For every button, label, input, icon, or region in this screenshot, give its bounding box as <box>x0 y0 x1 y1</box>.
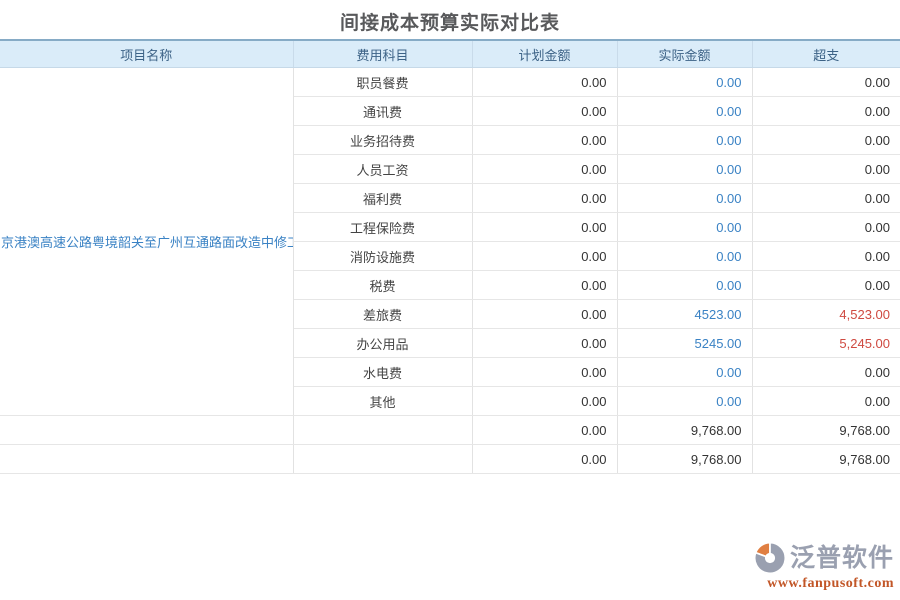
summary-actual-cell: 9,768.00 <box>617 445 752 474</box>
overspend-cell: 0.00 <box>752 271 900 300</box>
plan-amount-cell: 0.00 <box>472 242 617 271</box>
subject-cell: 水电费 <box>293 358 472 387</box>
actual-amount-link[interactable]: 0.00 <box>617 97 752 126</box>
summary-overspend-cell: 9,768.00 <box>752 445 900 474</box>
summary-overspend-cell: 9,768.00 <box>752 416 900 445</box>
overspend-cell: 0.00 <box>752 387 900 416</box>
column-header-project-name: 项目名称 <box>0 40 293 68</box>
actual-amount-link[interactable]: 4523.00 <box>617 300 752 329</box>
column-header-overspend: 超支 <box>752 40 900 68</box>
summary-subject-cell <box>293 445 472 474</box>
subject-cell: 人员工资 <box>293 155 472 184</box>
header-row: 项目名称 费用科目 计划金额 实际金额 超支 <box>0 40 900 68</box>
overspend-cell: 0.00 <box>752 126 900 155</box>
overspend-cell: 0.00 <box>752 68 900 97</box>
subject-cell: 差旅费 <box>293 300 472 329</box>
subject-cell: 工程保险费 <box>293 213 472 242</box>
plan-amount-cell: 0.00 <box>472 184 617 213</box>
subject-cell: 福利费 <box>293 184 472 213</box>
summary-row: 0.00 9,768.00 9,768.00 <box>0 445 900 474</box>
plan-amount-cell: 0.00 <box>472 387 617 416</box>
plan-amount-cell: 0.00 <box>472 126 617 155</box>
subject-cell: 消防设施费 <box>293 242 472 271</box>
actual-amount-link[interactable]: 0.00 <box>617 271 752 300</box>
actual-amount-link[interactable]: 0.00 <box>617 68 752 97</box>
column-header-actual-amount: 实际金额 <box>617 40 752 68</box>
actual-amount-link[interactable]: 0.00 <box>617 126 752 155</box>
plan-amount-cell: 0.00 <box>472 68 617 97</box>
summary-project-cell <box>0 445 293 474</box>
actual-amount-link[interactable]: 0.00 <box>617 358 752 387</box>
project-link[interactable]: 京港澳高速公路粤境韶关至广州互通路面改造中修工 <box>1 232 293 251</box>
page-title: 间接成本预算实际对比表 <box>0 0 900 39</box>
summary-plan-cell: 0.00 <box>472 416 617 445</box>
plan-amount-cell: 0.00 <box>472 329 617 358</box>
vendor-brand-name: 泛普软件 <box>790 544 894 572</box>
plan-amount-cell: 0.00 <box>472 358 617 387</box>
column-header-expense-subject: 费用科目 <box>293 40 472 68</box>
subject-cell: 办公用品 <box>293 329 472 358</box>
table-row: 京港澳高速公路粤境韶关至广州互通路面改造中修工 职员餐费 0.00 0.00 0… <box>0 68 900 97</box>
actual-amount-link[interactable]: 0.00 <box>617 242 752 271</box>
overspend-cell: 5,245.00 <box>752 329 900 358</box>
summary-project-cell <box>0 416 293 445</box>
plan-amount-cell: 0.00 <box>472 155 617 184</box>
overspend-cell: 0.00 <box>752 242 900 271</box>
subject-cell: 业务招待费 <box>293 126 472 155</box>
summary-actual-cell: 9,768.00 <box>617 416 752 445</box>
overspend-cell: 0.00 <box>752 97 900 126</box>
plan-amount-cell: 0.00 <box>472 300 617 329</box>
vendor-website: www.fanpusoft.com <box>734 576 894 592</box>
overspend-cell: 0.00 <box>752 213 900 242</box>
actual-amount-link[interactable]: 0.00 <box>617 184 752 213</box>
overspend-cell: 0.00 <box>752 184 900 213</box>
overspend-cell: 4,523.00 <box>752 300 900 329</box>
summary-row: 0.00 9,768.00 9,768.00 <box>0 416 900 445</box>
cost-comparison-table: 项目名称 费用科目 计划金额 实际金额 超支 京港澳高速公路粤境韶关至广州互通路… <box>0 39 900 474</box>
subject-cell: 通讯费 <box>293 97 472 126</box>
vendor-watermark: 泛普软件 www.fanpusoft.com <box>734 541 894 592</box>
column-header-planned-amount: 计划金额 <box>472 40 617 68</box>
actual-amount-link[interactable]: 0.00 <box>617 387 752 416</box>
plan-amount-cell: 0.00 <box>472 213 617 242</box>
subject-cell: 其他 <box>293 387 472 416</box>
plan-amount-cell: 0.00 <box>472 271 617 300</box>
project-name-cell: 京港澳高速公路粤境韶关至广州互通路面改造中修工 <box>0 68 293 416</box>
summary-subject-cell <box>293 416 472 445</box>
summary-plan-cell: 0.00 <box>472 445 617 474</box>
plan-amount-cell: 0.00 <box>472 97 617 126</box>
actual-amount-link[interactable]: 5245.00 <box>617 329 752 358</box>
fanpu-logo-icon <box>753 541 787 575</box>
overspend-cell: 0.00 <box>752 358 900 387</box>
subject-cell: 税费 <box>293 271 472 300</box>
overspend-cell: 0.00 <box>752 155 900 184</box>
subject-cell: 职员餐费 <box>293 68 472 97</box>
actual-amount-link[interactable]: 0.00 <box>617 155 752 184</box>
actual-amount-link[interactable]: 0.00 <box>617 213 752 242</box>
